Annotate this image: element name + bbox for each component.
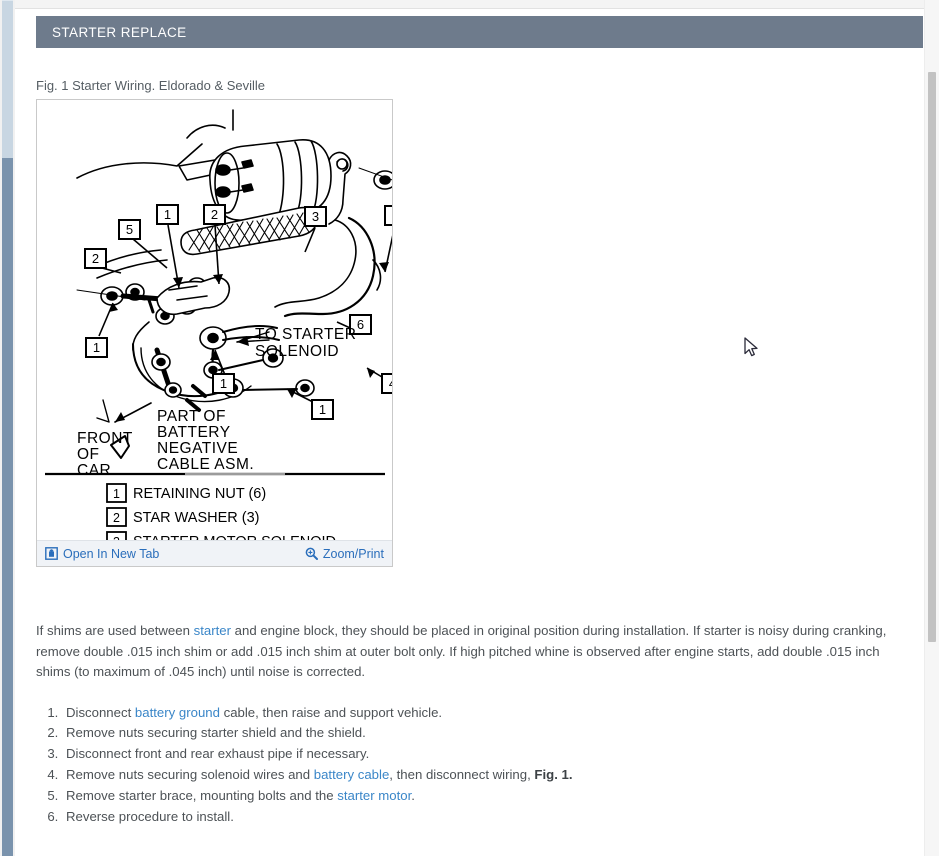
step-post: , then disconnect wiring, xyxy=(389,767,535,783)
page-root: STARTER REPLACE Fig. 1 Starter Wiring. E… xyxy=(0,0,939,856)
list-item: Remove nuts securing starter shield and … xyxy=(62,723,913,743)
svg-text:1: 1 xyxy=(93,340,100,355)
list-item: Remove nuts securing solenoid wires and … xyxy=(62,765,913,785)
fig-1-reference: Fig. 1. xyxy=(534,767,573,783)
section-header: STARTER REPLACE xyxy=(36,16,923,48)
left-scrollbar-thumb[interactable] xyxy=(2,0,13,158)
step-pre: Disconnect front and rear exhaust pipe i… xyxy=(66,746,370,762)
figure-caption: Fig. 1 Starter Wiring. Eldorado & Sevill… xyxy=(36,78,266,93)
label-solenoid: SOLENOID xyxy=(255,343,339,360)
svg-text:6: 6 xyxy=(357,317,364,332)
battery-ground-link[interactable]: battery ground xyxy=(135,705,220,720)
list-item: Reverse procedure to install. xyxy=(62,807,913,827)
battery-cable-link[interactable]: battery cable xyxy=(314,767,390,782)
step-post: cable, then raise and support vehicle. xyxy=(219,704,443,720)
right-scrollbar-thumb[interactable] xyxy=(928,72,936,642)
svg-text:5: 5 xyxy=(126,222,133,237)
step-post: . xyxy=(411,788,415,804)
legend-text-1: RETAINING NUT (6) xyxy=(133,486,266,502)
figure-diagram[interactable]: 1 5 2 3 2 6 1 1 1 TO STARTER SOLENOID PA… xyxy=(37,100,392,540)
body-paragraph: If shims are used between starter and en… xyxy=(36,621,904,683)
label-cable-asm: CABLE ASM. xyxy=(157,456,254,473)
svg-text:2: 2 xyxy=(92,251,99,266)
open-in-new-tab-link[interactable]: Open In New Tab xyxy=(45,547,159,561)
list-item: Disconnect battery ground cable, then ra… xyxy=(62,703,913,723)
label-car: CAR xyxy=(77,462,111,479)
starter-link[interactable]: starter xyxy=(194,623,231,638)
procedure-steps: Disconnect battery ground cable, then ra… xyxy=(36,703,913,828)
label-to-starter: TO STARTER xyxy=(255,326,356,343)
para-text-1: If shims are used between xyxy=(36,623,194,638)
left-gutter xyxy=(15,0,26,856)
svg-text:1: 1 xyxy=(319,402,326,417)
legend-text-2: STAR WASHER (3) xyxy=(133,510,259,526)
label-battery: BATTERY xyxy=(157,424,231,441)
step-pre: Disconnect xyxy=(66,704,135,720)
left-scrollbar[interactable] xyxy=(0,0,15,856)
zoom-print-label: Zoom/Print xyxy=(322,546,384,561)
svg-text:3: 3 xyxy=(113,535,120,540)
svg-text:3: 3 xyxy=(312,209,319,224)
step-pre: Remove starter brace, mounting bolts and… xyxy=(66,788,338,804)
figure-container: 1 5 2 3 2 6 1 1 1 TO STARTER SOLENOID PA… xyxy=(36,99,393,567)
new-window-icon xyxy=(45,547,58,560)
svg-text:4: 4 xyxy=(389,376,392,391)
starter-motor-link[interactable]: starter motor xyxy=(337,788,411,803)
legend-text-3: STARTER MOTOR SOLENOID xyxy=(133,534,336,540)
svg-text:1: 1 xyxy=(220,376,227,391)
magnifier-icon xyxy=(305,547,318,560)
step-pre: Reverse procedure to install. xyxy=(66,809,234,825)
svg-text:1: 1 xyxy=(113,487,120,501)
legend-row-3: 3 STARTER MOTOR SOLENOID xyxy=(106,531,336,540)
page-title: STARTER REPLACE xyxy=(52,24,187,40)
svg-text:1: 1 xyxy=(164,207,171,222)
step-pre: Remove nuts securing solenoid wires and xyxy=(66,767,314,783)
list-item: Disconnect front and rear exhaust pipe i… xyxy=(62,744,913,764)
list-item: Remove starter brace, mounting bolts and… xyxy=(62,786,913,806)
label-of: OF xyxy=(77,446,100,463)
svg-text:2: 2 xyxy=(211,207,218,222)
svg-text:2: 2 xyxy=(113,511,120,525)
open-in-new-tab-label: Open In New Tab xyxy=(63,546,160,561)
zoom-print-link[interactable]: Zoom/Print xyxy=(305,547,384,561)
starter-wiring-diagram-svg: 1 5 2 3 2 6 1 1 1 TO STARTER SOLENOID PA… xyxy=(37,100,392,540)
figure-toolbar: Open In New Tab Zoom/Print xyxy=(37,540,392,566)
main-content: STARTER REPLACE Fig. 1 Starter Wiring. E… xyxy=(26,9,923,856)
label-part-of: PART OF xyxy=(157,408,226,425)
label-front: FRONT xyxy=(77,430,133,447)
label-negative: NEGATIVE xyxy=(157,440,238,457)
top-strip xyxy=(15,0,939,9)
step-pre: Remove nuts securing starter shield and … xyxy=(66,725,366,741)
right-scrollbar[interactable] xyxy=(924,0,939,856)
